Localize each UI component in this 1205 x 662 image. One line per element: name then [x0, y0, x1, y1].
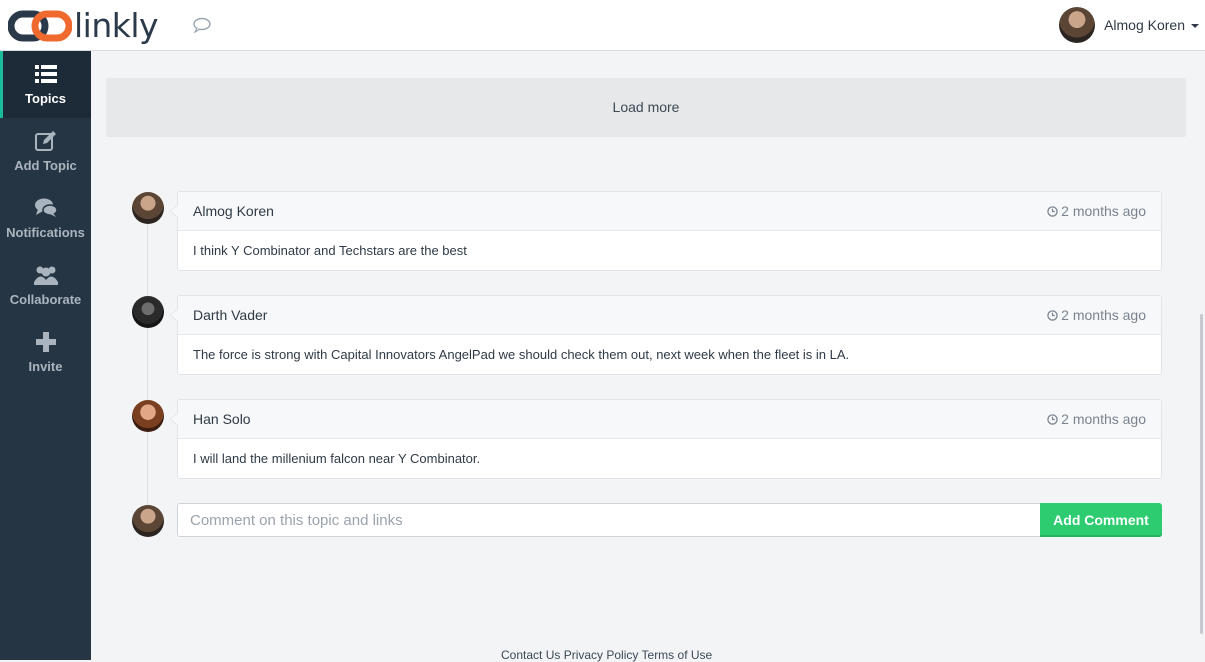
- comment-author[interactable]: Han Solo: [193, 411, 251, 427]
- comment-author[interactable]: Darth Vader: [193, 307, 267, 323]
- sidebar-item-invite[interactable]: Invite: [0, 319, 91, 386]
- sidebar-item-label: Add Topic: [14, 158, 77, 173]
- sidebar-item-label: Notifications: [6, 225, 85, 240]
- user-menu[interactable]: Almog Koren: [1059, 6, 1199, 44]
- chain-link-icon: [8, 10, 72, 42]
- clock-icon: [1047, 413, 1058, 425]
- edit-icon: [34, 131, 56, 151]
- comment-input[interactable]: [177, 503, 1041, 537]
- comment-time: 2 months ago: [1047, 307, 1146, 323]
- comment-time-label: 2 months ago: [1061, 203, 1146, 219]
- comment-card: Almog Koren 2 months ago I think Y Combi…: [170, 191, 1162, 271]
- load-more-button[interactable]: Load more: [106, 78, 1186, 137]
- add-comment-button[interactable]: Add Comment: [1040, 503, 1162, 537]
- sidebar-item-label: Invite: [28, 359, 63, 374]
- group-icon: [33, 266, 58, 285]
- user-name: Almog Koren: [1104, 17, 1185, 33]
- avatar: [132, 505, 164, 537]
- comment-header: Darth Vader 2 months ago: [178, 296, 1161, 335]
- comment-time: 2 months ago: [1047, 203, 1146, 219]
- list-icon: [34, 65, 57, 83]
- comments-icon: [34, 198, 58, 217]
- brand-name: linkly: [74, 6, 159, 45]
- comment-header: Han Solo 2 months ago: [178, 400, 1161, 439]
- comment-card: Darth Vader 2 months ago The force is st…: [170, 295, 1162, 375]
- speech-bubble-icon[interactable]: [192, 17, 212, 33]
- comment-text: The force is strong with Capital Innovat…: [193, 347, 850, 362]
- clock-icon: [1047, 309, 1058, 321]
- comment-card: Han Solo 2 months ago I will land the mi…: [170, 399, 1162, 479]
- timeline-line: [147, 221, 148, 511]
- comment-author[interactable]: Almog Koren: [193, 203, 274, 219]
- sidebar-item-topics[interactable]: Topics: [0, 51, 91, 118]
- sidebar-item-add-topic[interactable]: Add Topic: [0, 118, 91, 185]
- sidebar: Topics Add Topic Notifications Collabora…: [0, 51, 91, 660]
- main-content: Load more Almog Koren 2 months ago I thi…: [91, 51, 1205, 662]
- comment-text: I will land the millenium falcon near Y …: [193, 451, 481, 466]
- comment-time-label: 2 months ago: [1061, 307, 1146, 323]
- top-bar: linkly Almog Koren: [0, 0, 1205, 51]
- avatar: [132, 192, 164, 224]
- sidebar-item-collaborate[interactable]: Collaborate: [0, 252, 91, 319]
- sidebar-item-notifications[interactable]: Notifications: [0, 185, 91, 252]
- comment-header: Almog Koren 2 months ago: [178, 192, 1161, 231]
- comment-composer: Add Comment: [132, 503, 1162, 539]
- comment-text: I think Y Combinator and Techstars are t…: [193, 243, 467, 258]
- avatar: [132, 296, 164, 328]
- scrollbar[interactable]: [1200, 314, 1203, 634]
- avatar: [132, 400, 164, 432]
- plus-icon: [35, 332, 56, 352]
- comment-time: 2 months ago: [1047, 411, 1146, 427]
- caret-down-icon: [1191, 24, 1199, 28]
- sidebar-item-label: Collaborate: [9, 292, 82, 307]
- user-avatar: [1059, 7, 1096, 43]
- logo[interactable]: linkly: [8, 6, 159, 46]
- sidebar-item-label: Topics: [25, 91, 66, 106]
- clock-icon: [1047, 205, 1058, 217]
- comment-time-label: 2 months ago: [1061, 411, 1146, 427]
